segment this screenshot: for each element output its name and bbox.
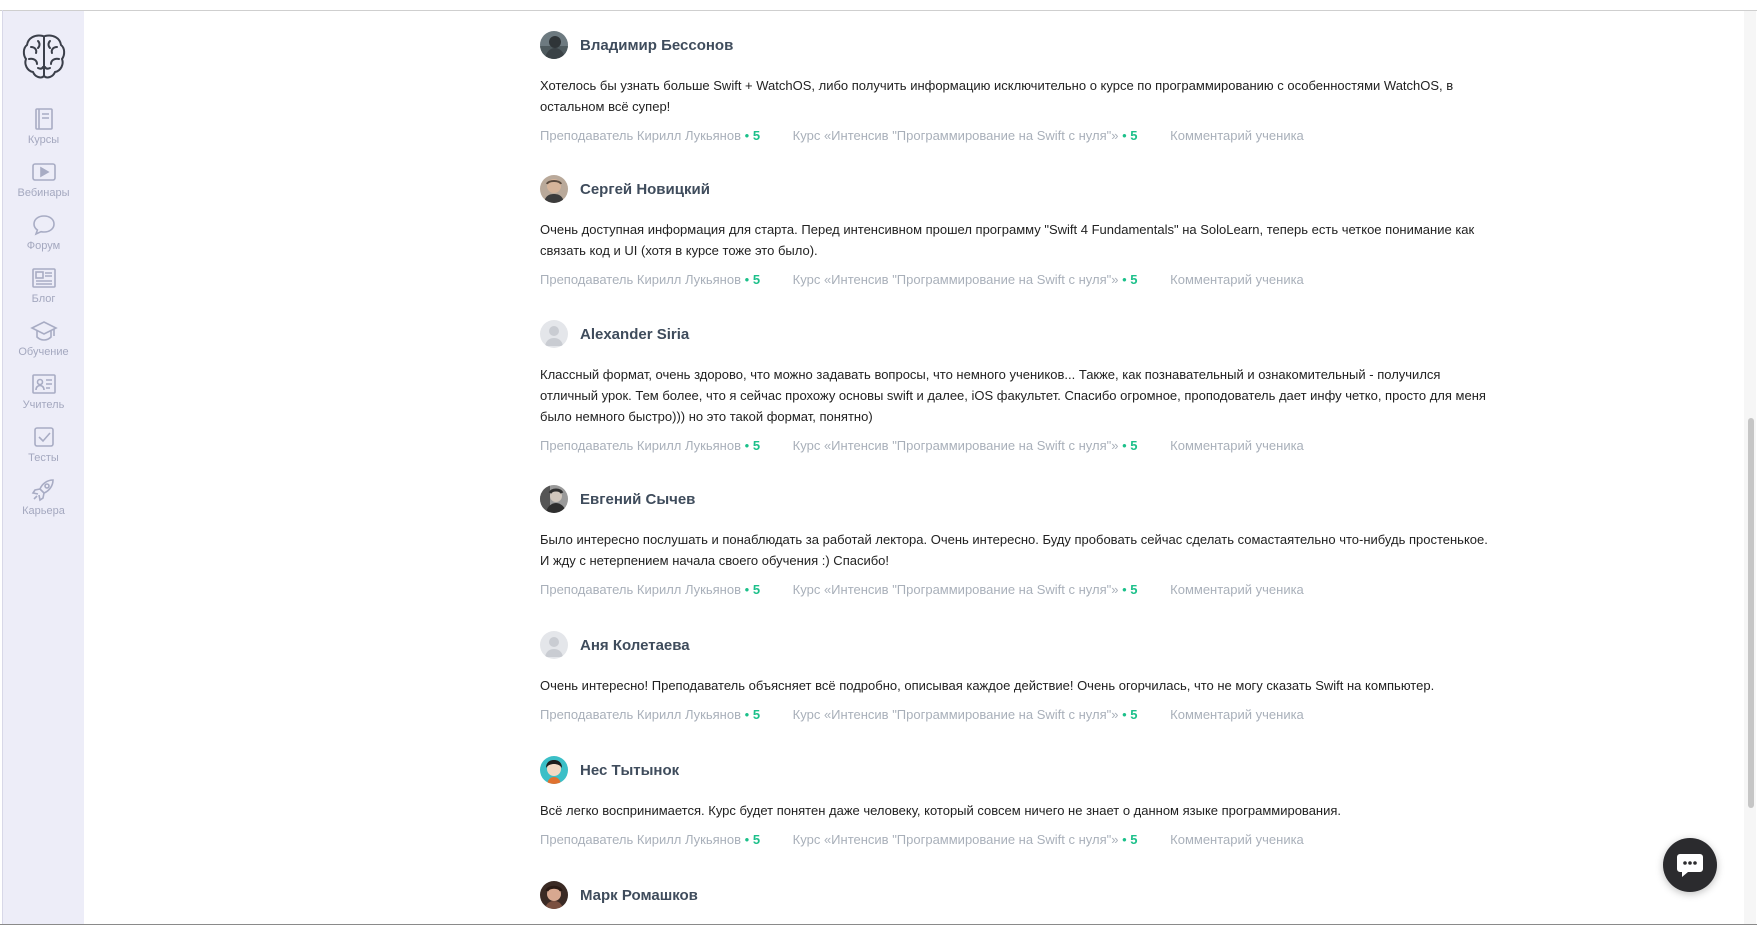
review-author[interactable]: Сергей Новицкий bbox=[580, 181, 710, 198]
book-icon bbox=[34, 108, 53, 130]
avatar[interactable] bbox=[540, 631, 568, 659]
chat-button[interactable] bbox=[1663, 838, 1717, 892]
video-play-icon bbox=[31, 163, 56, 181]
course-rating: 5 bbox=[1130, 128, 1138, 143]
review-header: Сергей Новицкий bbox=[540, 174, 710, 204]
teacher-rating: 5 bbox=[752, 272, 761, 287]
course-rating: 5 bbox=[1130, 582, 1138, 597]
review-meta: Преподаватель Кирилл Лукьянов • 5 Курс «… bbox=[540, 272, 1333, 287]
newspaper-icon bbox=[31, 268, 56, 288]
review-text: Всё легко воспринимается. Курс будет пон… bbox=[540, 803, 1342, 818]
sidebar-item-label: Вебинары bbox=[17, 187, 70, 199]
sidebar-item-label: Обучение bbox=[18, 346, 69, 358]
sidebar-item-label: Карьера bbox=[22, 505, 65, 517]
review-text: Было интересно послушать и понаблюдать з… bbox=[540, 532, 1488, 568]
review-author[interactable]: Аня Колетаева bbox=[580, 637, 690, 654]
teacher-rating: 5 bbox=[752, 707, 761, 722]
sidebar-item-label: Учитель bbox=[22, 399, 65, 411]
review-header: Владимир Бессонов bbox=[540, 30, 733, 60]
review-text: Очень доступная информация для старта. П… bbox=[540, 222, 1475, 258]
review-kind: Комментарий ученика bbox=[1170, 128, 1304, 143]
sidebar-item-blog[interactable]: Блог bbox=[3, 266, 84, 305]
course-link[interactable]: Курс «Интенсив "Программирование на Swif… bbox=[793, 707, 1138, 722]
review-meta: Преподаватель Кирилл Лукьянов • 5 Курс «… bbox=[540, 832, 1333, 847]
review-meta: Преподаватель Кирилл Лукьянов • 5 Курс «… bbox=[540, 707, 1333, 722]
review-text: Хотелось бы узнать больше Swift + WatchO… bbox=[540, 78, 1454, 114]
sidebar-item-label: Курсы bbox=[27, 134, 60, 146]
review-author[interactable]: Марк Ромашков bbox=[580, 887, 698, 904]
review-meta: Преподаватель Кирилл Лукьянов • 5 Курс «… bbox=[540, 438, 1333, 453]
review-kind: Комментарий ученика bbox=[1170, 707, 1304, 722]
teacher-link[interactable]: Преподаватель Кирилл Лукьянов • 5 bbox=[540, 272, 760, 287]
course-link[interactable]: Курс «Интенсив "Программирование на Swif… bbox=[793, 438, 1138, 453]
teacher-link[interactable]: Преподаватель Кирилл Лукьянов • 5 bbox=[540, 128, 760, 143]
review-author[interactable]: Владимир Бессонов bbox=[580, 37, 733, 54]
chat-bubble-icon bbox=[1677, 854, 1703, 877]
course-link[interactable]: Курс «Интенсив "Программирование на Swif… bbox=[793, 128, 1138, 143]
avatar[interactable] bbox=[540, 485, 568, 513]
review-header: Марк Ромашков bbox=[540, 880, 698, 910]
review-meta: Преподаватель Кирилл Лукьянов • 5 Курс «… bbox=[540, 128, 1333, 143]
checkbox-icon bbox=[33, 427, 54, 447]
sidebar-item-career[interactable]: Карьера bbox=[3, 478, 84, 517]
review-header: Нес Тытынок bbox=[540, 755, 679, 785]
avatar[interactable] bbox=[540, 31, 568, 59]
avatar[interactable] bbox=[540, 756, 568, 784]
review-kind: Комментарий ученика bbox=[1170, 272, 1304, 287]
course-link[interactable]: Курс «Интенсив "Программирование на Swif… bbox=[793, 272, 1138, 287]
sidebar-item-education[interactable]: Обучение bbox=[3, 319, 84, 358]
course-rating: 5 bbox=[1130, 272, 1138, 287]
review-text: Очень интересно! Преподаватель объясняет… bbox=[540, 678, 1435, 693]
teacher-link[interactable]: Преподаватель Кирилл Лукьянов • 5 bbox=[540, 438, 760, 453]
graduation-cap-icon bbox=[29, 321, 58, 341]
speech-bubble-icon bbox=[32, 215, 55, 236]
avatar[interactable] bbox=[540, 881, 568, 909]
avatar[interactable] bbox=[540, 175, 568, 203]
course-rating: 5 bbox=[1130, 832, 1138, 847]
review-author[interactable]: Нес Тытынок bbox=[580, 762, 679, 779]
course-rating: 5 bbox=[1130, 438, 1138, 453]
teacher-board-icon bbox=[31, 374, 56, 394]
sidebar-item-label: Блог bbox=[31, 293, 56, 305]
course-link[interactable]: Курс «Интенсив "Программирование на Swif… bbox=[793, 582, 1138, 597]
teacher-rating: 5 bbox=[752, 438, 761, 453]
sidebar-item-teacher[interactable]: Учитель bbox=[3, 372, 84, 411]
review-kind: Комментарий ученика bbox=[1170, 438, 1304, 453]
sidebar-item-webinars[interactable]: Вебинары bbox=[3, 160, 84, 199]
sidebar-item-label: Тесты bbox=[28, 452, 59, 464]
teacher-rating: 5 bbox=[752, 832, 761, 847]
rocket-icon bbox=[31, 479, 54, 502]
review-text: Классный формат, очень здорово, что можн… bbox=[540, 367, 1486, 424]
teacher-link[interactable]: Преподаватель Кирилл Лукьянов • 5 bbox=[540, 582, 760, 597]
sidebar-item-courses[interactable]: Курсы bbox=[3, 107, 84, 146]
sidebar: Курсы Вебинары Форум Блог Обучение Учите… bbox=[3, 11, 84, 924]
teacher-link[interactable]: Преподаватель Кирилл Лукьянов • 5 bbox=[540, 832, 760, 847]
top-border bbox=[0, 10, 1757, 11]
sidebar-item-label: Форум bbox=[26, 240, 61, 252]
review-author[interactable]: Alexander Siria bbox=[580, 326, 689, 343]
brain-logo-icon[interactable] bbox=[21, 31, 67, 81]
review-header: Alexander Siria bbox=[540, 319, 689, 349]
teacher-rating: 5 bbox=[752, 582, 761, 597]
review-kind: Комментарий ученика bbox=[1170, 582, 1304, 597]
sidebar-item-tests[interactable]: Тесты bbox=[3, 425, 84, 464]
bottom-border bbox=[0, 924, 1757, 925]
teacher-rating: 5 bbox=[752, 128, 761, 143]
teacher-link[interactable]: Преподаватель Кирилл Лукьянов • 5 bbox=[540, 707, 760, 722]
scrollbar-thumb[interactable] bbox=[1748, 418, 1754, 808]
review-header: Аня Колетаева bbox=[540, 630, 690, 660]
avatar[interactable] bbox=[540, 320, 568, 348]
review-kind: Комментарий ученика bbox=[1170, 832, 1304, 847]
review-author[interactable]: Евгений Сычев bbox=[580, 491, 695, 508]
course-link[interactable]: Курс «Интенсив "Программирование на Swif… bbox=[793, 832, 1138, 847]
course-rating: 5 bbox=[1130, 707, 1138, 722]
review-meta: Преподаватель Кирилл Лукьянов • 5 Курс «… bbox=[540, 582, 1333, 597]
review-header: Евгений Сычев bbox=[540, 484, 695, 514]
sidebar-item-forum[interactable]: Форум bbox=[3, 213, 84, 252]
